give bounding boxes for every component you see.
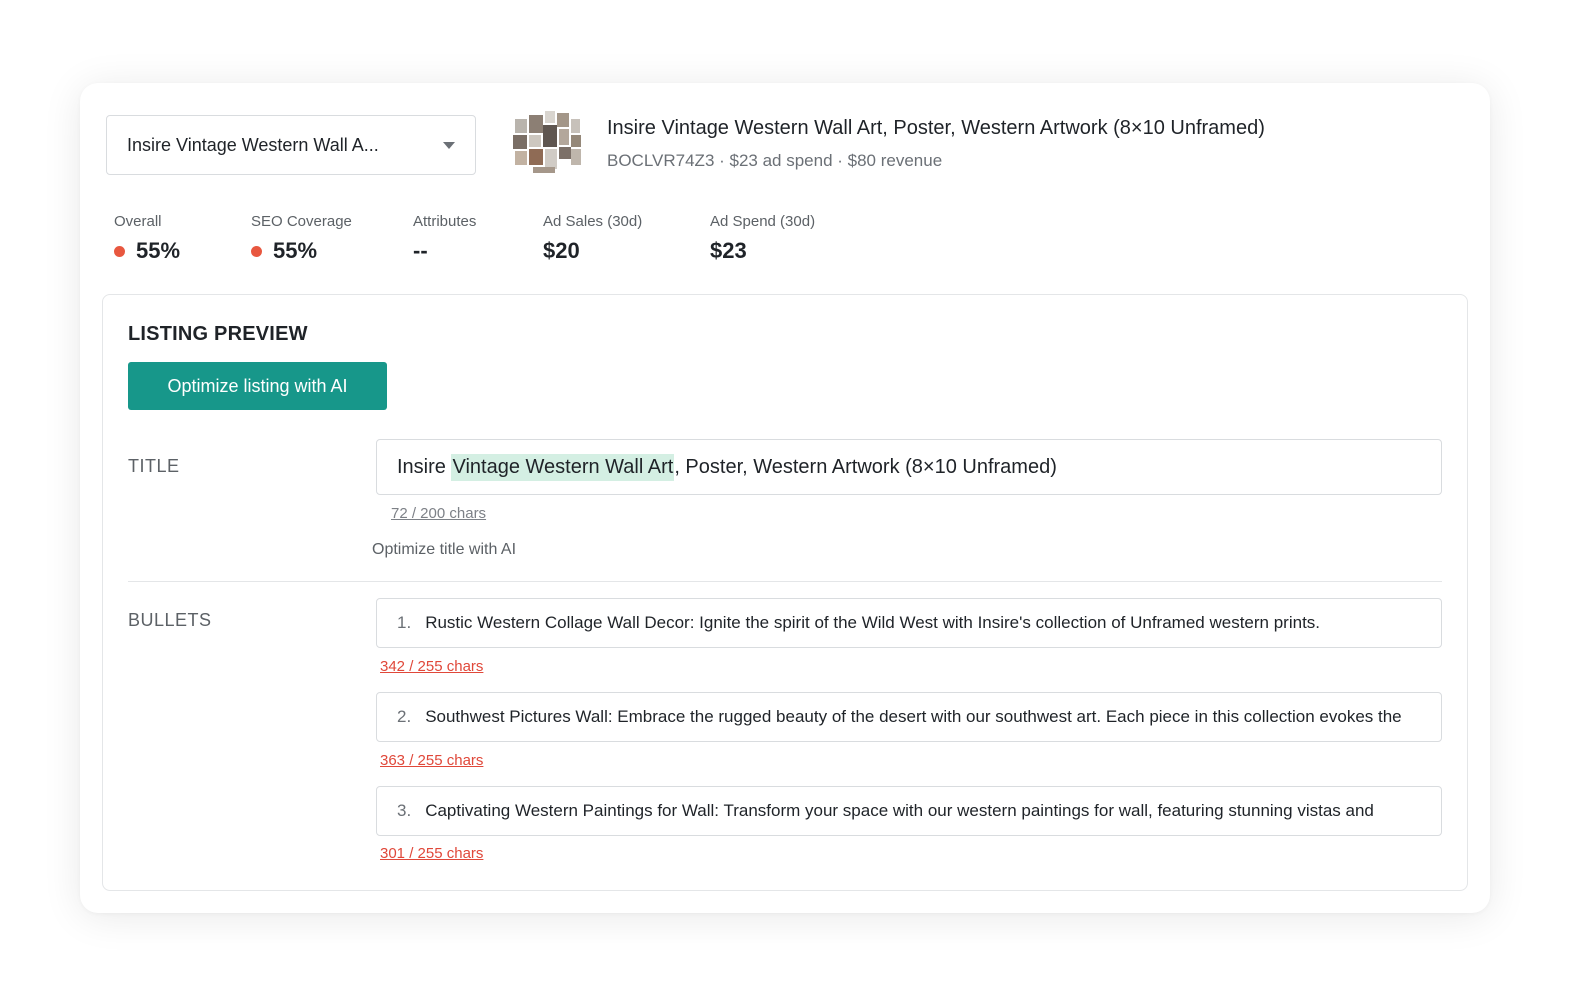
chevron-down-icon [443,141,455,149]
optimize-listing-button[interactable]: Optimize listing with AI [128,362,387,410]
stat-ad-sales: Ad Sales (30d) $20 [543,213,642,264]
stat-overall: Overall 55% [114,213,180,264]
title-text-prefix: Insire [397,455,452,478]
stat-label: Overall [114,213,162,230]
stat-ad-spend: Ad Spend (30d) $23 [710,213,815,264]
bullet-number: 3. [397,801,412,820]
stat-label: Ad Spend (30d) [710,213,816,230]
stat-value: $23 [710,238,747,263]
status-dot-icon [251,245,262,257]
optimize-title-link[interactable]: Optimize title with AI [372,541,516,559]
title-input[interactable]: Insire Vintage Western Wall Art, Poster,… [376,439,1442,495]
product-selector-dropdown[interactable]: Insire Vintage Western Wall A... [106,115,476,175]
bullet-input[interactable]: 1. Rustic Western Collage Wall Decor: Ig… [376,598,1442,648]
title-keyword-highlight: Vintage Western Wall Art [451,453,675,481]
listing-preview-heading: LISTING PREVIEW [128,323,308,345]
stat-label: Ad Sales (30d) [543,213,643,230]
product-selector-value: Insire Vintage Western Wall A... [127,134,379,155]
bullet-text: Rustic Western Collage Wall Decor: Ignit… [425,613,1321,632]
bullets-label: BULLETS [128,610,212,630]
status-dot-icon [114,245,125,257]
bullet-char-count: 342 / 255 chars [380,658,484,675]
product-thumbnail [513,111,581,173]
bullet-number: 1. [397,613,412,632]
bullet-input[interactable]: 2. Southwest Pictures Wall: Embrace the … [376,692,1442,742]
stat-value: $20 [543,238,580,263]
stat-value: 55% [136,238,181,263]
bullet-text: Captivating Western Paintings for Wall: … [425,801,1374,820]
bullet-char-count: 301 / 255 chars [380,845,484,862]
section-divider [128,581,1442,582]
bullet-char-count: 363 / 255 chars [380,752,484,769]
title-text-suffix: , Poster, Western Artwork (8×10 Unframed… [674,455,1057,478]
title-char-count: 72 / 200 chars [391,505,487,522]
product-title: Insire Vintage Western Wall Art, Poster,… [607,117,1265,139]
stat-attributes: Attributes -- [413,213,476,264]
stat-label: SEO Coverage [251,213,352,230]
bullet-number: 2. [397,707,412,726]
title-label: TITLE [128,456,180,476]
stat-value: -- [413,238,428,263]
product-meta: BOCLVR74Z3 · $23 ad spend · $80 revenue [607,151,943,170]
listing-card: Insire Vintage Western Wall A... Insire … [80,83,1490,913]
bullet-text: Southwest Pictures Wall: Embrace the rug… [425,707,1402,726]
stat-value: 55% [273,238,318,263]
stat-label: Attributes [413,213,477,230]
stat-seo-coverage: SEO Coverage 55% [251,213,352,264]
listing-preview-panel: LISTING PREVIEW Optimize listing with AI… [102,294,1468,891]
bullet-input[interactable]: 3. Captivating Western Paintings for Wal… [376,786,1442,836]
